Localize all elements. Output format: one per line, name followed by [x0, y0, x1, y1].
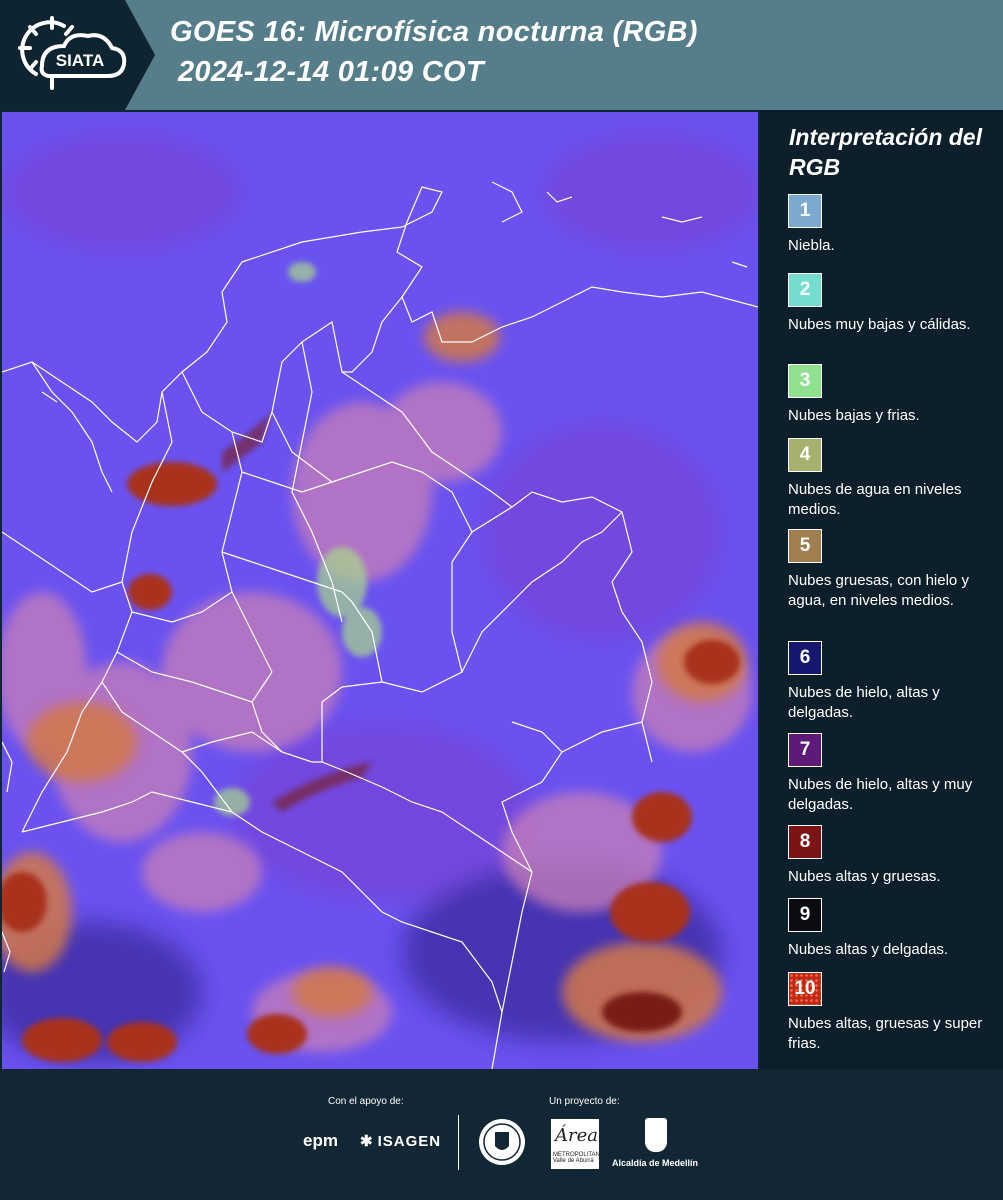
legend-item-gruesas-hielo-agua: 5 Nubes gruesas, con hielo y agua, en ni… — [788, 529, 998, 611]
siata-logo: SIATA — [18, 16, 127, 90]
legend-number: 10 — [794, 978, 816, 999]
area-logo-text: Área — [555, 1125, 598, 1146]
isagen-text: ISAGEN — [377, 1132, 442, 1150]
header-bar: SIATA GOES 16: Microfísica nocturna (RGB… — [0, 0, 1003, 110]
legend-label: Nubes de hielo, altas y delgadas. — [788, 684, 940, 721]
legend-item-niebla: 1 Niebla. — [788, 194, 998, 256]
footer: Con el apoyo de: Un proyecto de: epm ✱ I… — [0, 1070, 1003, 1200]
legend-number: 4 — [799, 444, 811, 465]
legend-item-hielo-muy-delgadas: 7 Nubes de hielo, altas y muy delgadas. — [788, 733, 998, 815]
legend-number: 3 — [799, 370, 811, 391]
legend-number: 9 — [799, 904, 811, 925]
project-label: Un proyecto de: — [549, 1096, 620, 1107]
legend-swatch: 5 — [788, 529, 822, 563]
legend-swatch: 7 — [788, 733, 822, 767]
legend-number: 2 — [799, 279, 811, 300]
legend-label: Nubes altas y delgadas. — [788, 941, 949, 958]
legend-item-altas-gruesas: 8 Nubes altas y gruesas. — [788, 825, 998, 887]
legend-label: Nubes altas y gruesas. — [788, 868, 941, 885]
legend-swatch: 1 — [788, 194, 822, 228]
legend-item-nubes-muy-bajas: 2 Nubes muy bajas y cálidas. — [788, 273, 998, 335]
legend-swatch: 9 — [788, 898, 822, 932]
legend-label: Nubes de agua en niveles medios. — [788, 481, 962, 518]
area-logo-subtext: METROPOLITANA Valle de Aburrá — [553, 1152, 604, 1164]
legend-item-super-frias: 10 Nubes altas, gruesas y super frias. — [788, 972, 998, 1054]
legend-label: Niebla. — [788, 237, 835, 254]
legend-item-nubes-bajas: 3 Nubes bajas y frias. — [788, 364, 998, 426]
page-title: GOES 16: Microfísica nocturna (RGB) — [170, 16, 698, 48]
satellite-map — [2, 112, 758, 1069]
isagen-logo: ✱ ISAGEN — [360, 1132, 442, 1151]
legend-swatch: 4 — [788, 438, 822, 472]
legend-item-agua-medios: 4 Nubes de agua en niveles medios. — [788, 438, 998, 520]
legend-swatch: 8 — [788, 825, 822, 859]
legend-label: Nubes altas, gruesas y super frias. — [788, 1015, 983, 1052]
legend-label: Nubes gruesas, con hielo y agua, en nive… — [788, 572, 969, 609]
isagen-mark-icon: ✱ — [360, 1133, 374, 1150]
legend-swatch: 3 — [788, 364, 822, 398]
support-label: Con el apoyo de: — [328, 1096, 404, 1107]
timestamp: 2024-12-14 01:09 COT — [178, 56, 484, 88]
legend-panel: Interpretación del RGB 1 Niebla. 2 Nubes… — [760, 110, 1003, 1070]
legend-label: Nubes bajas y frias. — [788, 407, 920, 424]
legend-number: 7 — [799, 739, 811, 760]
legend-number: 6 — [799, 647, 811, 668]
legend-label: Nubes muy bajas y cálidas. — [788, 316, 971, 333]
legend-title: Interpretación del RGB — [789, 124, 982, 180]
epm-logo: epm — [303, 1131, 338, 1150]
alcaldia-label: Alcaldía de Medellín — [612, 1158, 699, 1168]
legend-swatch: 10 — [788, 972, 822, 1006]
satellite-image — [2, 112, 758, 1069]
medellin-crest-icon — [645, 1118, 667, 1152]
logo-text: SIATA — [56, 51, 104, 70]
legend-swatch: 2 — [788, 273, 822, 307]
legend-item-hielo-delgadas: 6 Nubes de hielo, altas y delgadas. — [788, 641, 998, 723]
legend-number: 8 — [799, 831, 811, 852]
university-seal-icon — [479, 1119, 525, 1165]
legend-swatch: 6 — [788, 641, 822, 675]
legend-number: 5 — [799, 535, 811, 556]
area-metropolitana-logo: Área METROPOLITANA Valle de Aburrá — [551, 1119, 604, 1169]
legend-item-altas-delgadas: 9 Nubes altas y delgadas. — [788, 898, 998, 960]
footer-divider — [458, 1115, 459, 1170]
legend-number: 1 — [799, 200, 811, 221]
legend-label: Nubes de hielo, altas y muy delgadas. — [788, 776, 973, 813]
